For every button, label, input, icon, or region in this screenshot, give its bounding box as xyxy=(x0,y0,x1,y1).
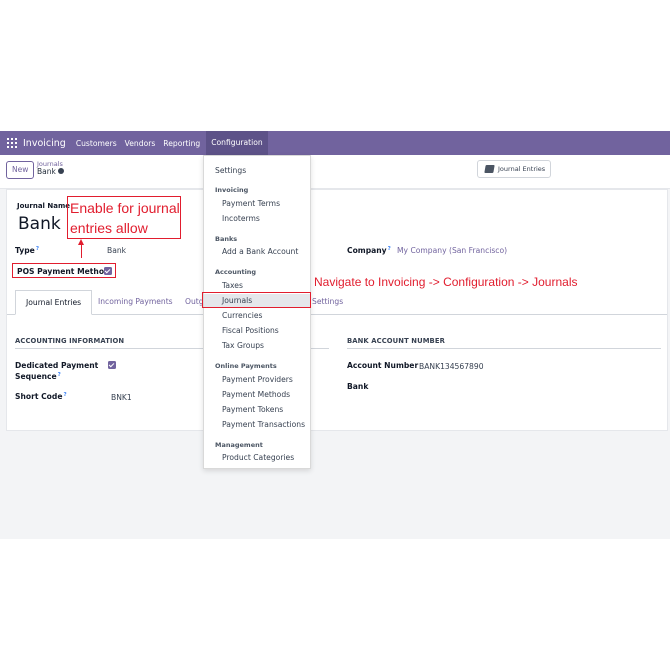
journal-name-field[interactable]: Bank xyxy=(18,214,61,234)
top-navbar: Invoicing Customers Vendors Reporting Co… xyxy=(0,131,670,155)
annotation-arrow-shaft xyxy=(81,244,83,258)
annotation-box-pos xyxy=(12,263,116,278)
menu-payment-transactions[interactable]: Payment Transactions xyxy=(204,420,310,429)
type-field[interactable]: Bank xyxy=(107,246,126,255)
tab-incoming-payments[interactable]: Incoming Payments xyxy=(98,297,173,306)
menu-heading-invoicing: Invoicing xyxy=(215,186,249,194)
dedicated-sequence-label-1: Dedicated Payment xyxy=(15,361,99,370)
menu-payment-tokens[interactable]: Payment Tokens xyxy=(204,405,310,414)
annotation-navigate: Navigate to Invoicing -> Configuration -… xyxy=(314,275,578,289)
dedicated-sequence-label-2: Sequence? xyxy=(15,372,61,381)
annotation-box-journals xyxy=(202,292,311,308)
book-icon xyxy=(484,165,495,173)
menu-payment-methods[interactable]: Payment Methods xyxy=(204,390,310,399)
menu-add-bank-account[interactable]: Add a Bank Account xyxy=(204,247,310,256)
accounting-info-heading: ACCOUNTING INFORMATION xyxy=(15,337,125,345)
nav-customers[interactable]: Customers xyxy=(76,139,117,148)
menu-currencies[interactable]: Currencies xyxy=(204,311,310,320)
journal-entries-label: Journal Entries xyxy=(498,165,546,173)
control-panel: New Journals Bank Journal Entries xyxy=(0,155,670,189)
short-code-label: Short Code? xyxy=(15,392,67,401)
menu-heading-management: Management xyxy=(215,441,263,449)
divider xyxy=(347,348,661,349)
bank-label: Bank xyxy=(347,382,369,391)
gear-icon[interactable] xyxy=(57,168,64,174)
new-button[interactable]: New xyxy=(6,161,35,179)
tab-outgoing-payments[interactable]: Outg xyxy=(185,297,204,306)
screenshot-area: Invoicing Customers Vendors Reporting Co… xyxy=(0,131,670,539)
menu-settings[interactable]: Settings xyxy=(204,166,310,175)
tab-settings[interactable]: Settings xyxy=(312,297,343,306)
bank-account-heading: BANK ACCOUNT NUMBER xyxy=(347,337,445,345)
breadcrumb: Journals Bank xyxy=(37,160,64,176)
short-code-field[interactable]: BNK1 xyxy=(111,393,132,402)
menu-fiscal-positions[interactable]: Fiscal Positions xyxy=(204,326,310,335)
company-label: Company? xyxy=(347,246,391,255)
menu-heading-accounting: Accounting xyxy=(215,268,257,276)
app-name[interactable]: Invoicing xyxy=(23,138,66,149)
journal-name-label: Journal Name xyxy=(17,202,71,210)
menu-heading-banks: Banks xyxy=(215,235,238,243)
dedicated-sequence-checkbox[interactable] xyxy=(108,361,116,369)
apps-grid-icon[interactable] xyxy=(7,138,17,148)
annotation-enable-line1: Enable for journal xyxy=(70,200,180,216)
menu-payment-terms[interactable]: Payment Terms xyxy=(204,199,310,208)
menu-payment-providers[interactable]: Payment Providers xyxy=(204,375,310,384)
journal-entries-button[interactable]: Journal Entries xyxy=(477,160,551,178)
nav-vendors[interactable]: Vendors xyxy=(125,139,156,148)
configuration-dropdown: Settings Invoicing Payment Terms Incoter… xyxy=(203,155,311,469)
menu-heading-online-payments: Online Payments xyxy=(215,362,277,370)
annotation-enable-line2: entries allow xyxy=(70,220,148,236)
tab-journal-entries[interactable]: Journal Entries xyxy=(15,290,93,315)
nav-configuration[interactable]: Configuration xyxy=(206,131,268,155)
menu-taxes[interactable]: Taxes xyxy=(204,281,310,290)
menu-tax-groups[interactable]: Tax Groups xyxy=(204,341,310,350)
notebook-tabs: Journal Entries Incoming Payments Outg S… xyxy=(7,290,667,315)
nav-reporting[interactable]: Reporting xyxy=(163,139,200,148)
company-field[interactable]: My Company (San Francisco) xyxy=(397,246,507,255)
type-label: Type? xyxy=(15,246,40,255)
menu-product-categories[interactable]: Product Categories xyxy=(204,453,310,462)
breadcrumb-current: Bank xyxy=(37,167,56,176)
account-number-field[interactable]: BANK134567890 xyxy=(419,362,484,371)
menu-incoterms[interactable]: Incoterms xyxy=(204,214,310,223)
account-number-label: Account Number xyxy=(347,361,419,370)
